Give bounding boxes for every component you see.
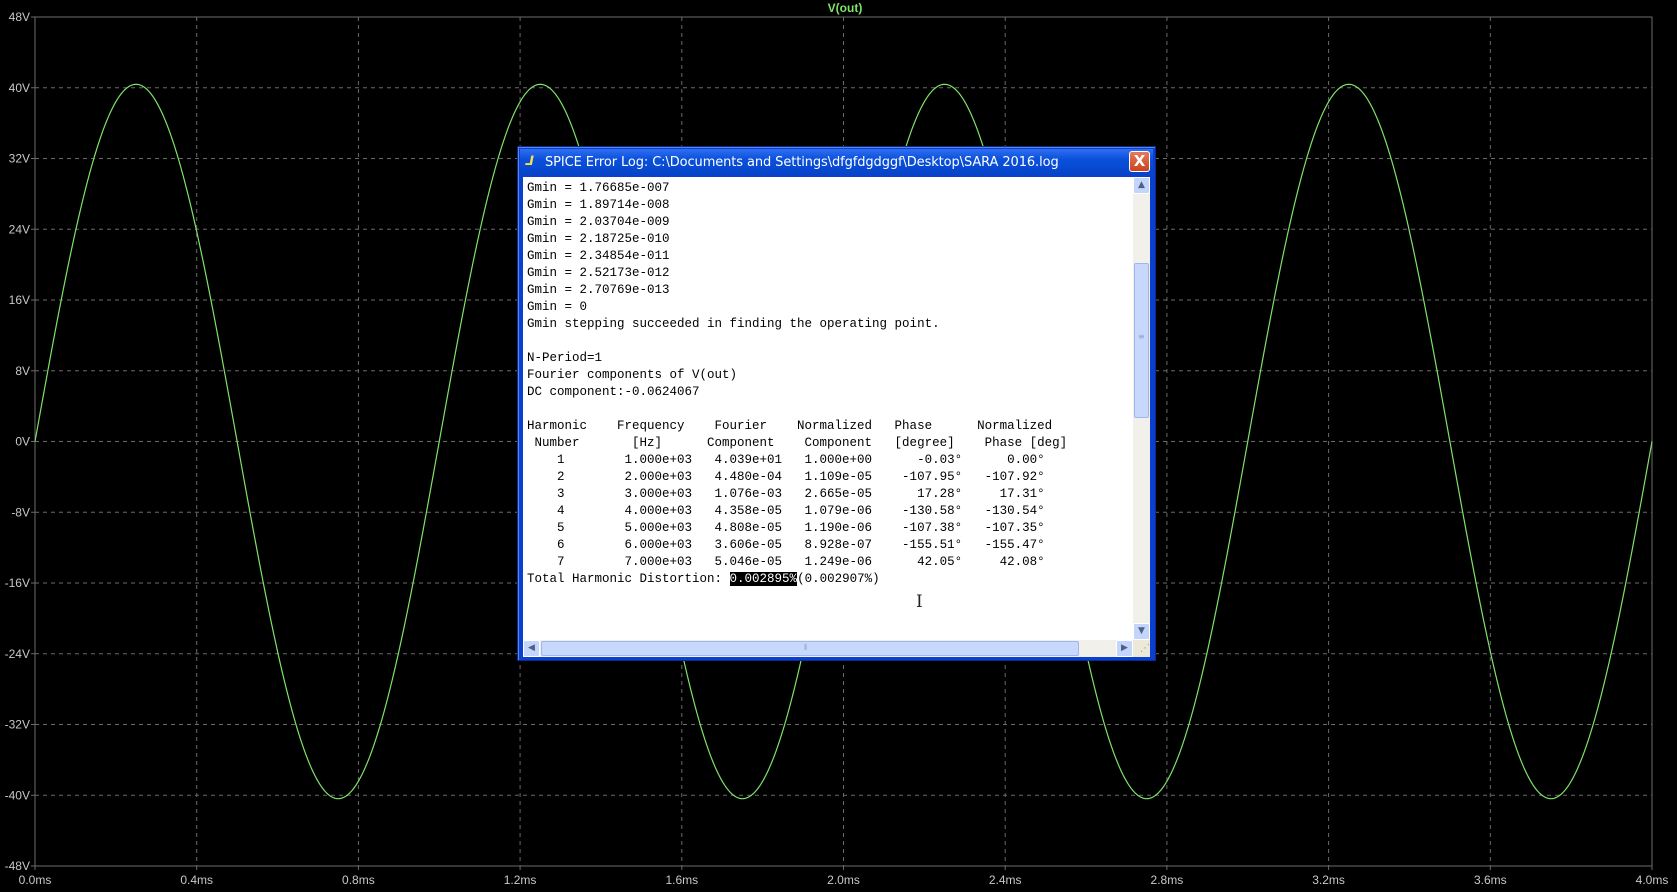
- y-tick-label: -24V: [5, 647, 30, 661]
- resize-grip-icon[interactable]: ⋰: [1133, 640, 1150, 657]
- y-tick-label: -16V: [5, 576, 30, 590]
- x-tick-label: 0.4ms: [180, 873, 213, 887]
- x-tick-label: 1.6ms: [665, 873, 698, 887]
- scroll-left-button[interactable]: ◀: [523, 640, 540, 657]
- log-content[interactable]: Gmin = 1.64553e-006Gmin = 1.76685e-007Gm…: [523, 177, 1133, 640]
- vertical-scroll-thumb[interactable]: ≡: [1134, 263, 1149, 418]
- thd-normalized-value: (0.002907%): [797, 572, 880, 586]
- y-tick-label: 24V: [9, 222, 30, 236]
- log-line: Number [Hz] Component Component [degree]…: [527, 436, 1068, 450]
- x-tick-label: 3.6ms: [1474, 873, 1507, 887]
- horizontal-scrollbar[interactable]: ◀ ⦀ ▶: [523, 640, 1133, 657]
- log-line: Gmin = 0: [527, 300, 588, 314]
- scroll-down-button[interactable]: ▼: [1133, 623, 1150, 640]
- log-line: Gmin = 2.34854e-011: [527, 249, 670, 263]
- ltspice-logo-icon: ⅃: [525, 154, 534, 169]
- window-title: SPICE Error Log: C:\Documents and Settin…: [545, 154, 1059, 170]
- log-text-area[interactable]: Gmin = 1.64553e-006Gmin = 1.76685e-007Gm…: [523, 177, 1150, 657]
- vertical-scrollbar[interactable]: ▲ ≡ ▼: [1133, 177, 1150, 640]
- horizontal-scroll-thumb[interactable]: ⦀: [541, 641, 1079, 656]
- thd-line: Total Harmonic Distortion: 0.002895%(0.0…: [527, 571, 1067, 588]
- log-line: 4 4.000e+03 4.358e-05 1.079e-06 -130.58°…: [527, 504, 1045, 518]
- log-line: Gmin = 2.18725e-010: [527, 232, 670, 246]
- y-tick-label: 48V: [9, 10, 30, 24]
- y-tick-label: -40V: [5, 788, 30, 802]
- log-lines: Gmin = 1.64553e-006Gmin = 1.76685e-007Gm…: [527, 177, 1067, 640]
- log-line: Gmin = 2.52173e-012: [527, 266, 670, 280]
- scroll-right-button[interactable]: ▶: [1116, 640, 1133, 657]
- grip-icon: ⦀: [804, 643, 808, 652]
- grip-icon: ≡: [1138, 332, 1145, 341]
- x-tick-label: 1.2ms: [504, 873, 537, 887]
- thd-selected-value[interactable]: 0.002895%: [729, 572, 798, 586]
- log-line: DC component:-0.0624067: [527, 385, 700, 399]
- y-tick-label: 40V: [9, 81, 30, 95]
- log-line: Gmin = 1.76685e-007: [527, 181, 670, 195]
- log-line: Fourier components of V(out): [527, 368, 738, 382]
- scroll-up-button[interactable]: ▲: [1133, 177, 1150, 194]
- y-tick-label: 16V: [9, 293, 30, 307]
- x-tick-label: 0.8ms: [342, 873, 375, 887]
- x-tick-label: 2.4ms: [989, 873, 1022, 887]
- log-line: Gmin = 2.03704e-009: [527, 215, 670, 229]
- x-tick-label: 4.0ms: [1636, 873, 1669, 887]
- log-line: 1 1.000e+03 4.039e+01 1.000e+00 -0.03° 0…: [527, 453, 1045, 467]
- log-line: 2 2.000e+03 4.480e-04 1.109e-05 -107.95°…: [527, 470, 1045, 484]
- y-tick-label: 8V: [15, 364, 30, 378]
- window-titlebar[interactable]: ⅃ SPICE Error Log: C:\Documents and Sett…: [520, 149, 1153, 175]
- y-tick-label: -32V: [5, 718, 30, 732]
- log-line: 6 6.000e+03 3.606e-05 8.928e-07 -155.51°…: [527, 538, 1045, 552]
- y-tick-label: -8V: [11, 505, 30, 519]
- log-line: N-Period=1: [527, 351, 603, 365]
- log-line: Gmin stepping succeeded in finding the o…: [527, 317, 940, 331]
- log-line: 5 5.000e+03 4.808e-05 1.190e-06 -107.38°…: [527, 521, 1045, 535]
- log-line: Gmin = 2.70769e-013: [527, 283, 670, 297]
- x-tick-label: 0.0ms: [19, 873, 52, 887]
- text-cursor-icon: I: [916, 592, 923, 612]
- close-button[interactable]: X: [1129, 151, 1150, 172]
- log-line: Harmonic Frequency Fourier Normalized Ph…: [527, 419, 1053, 433]
- log-line: Gmin = 1.89714e-008: [527, 198, 670, 212]
- spice-error-log-window[interactable]: ⅃ SPICE Error Log: C:\Documents and Sett…: [517, 146, 1156, 661]
- x-tick-label: 2.8ms: [1151, 873, 1184, 887]
- log-line: 7 7.000e+03 5.046e-05 1.249e-06 42.05° 4…: [527, 555, 1045, 569]
- y-tick-label: 32V: [9, 152, 30, 166]
- log-line: 3 3.000e+03 1.076e-03 2.665e-05 17.28° 1…: [527, 487, 1045, 501]
- trace-label-vout[interactable]: V(out): [828, 1, 863, 15]
- y-tick-label: 0V: [15, 435, 30, 449]
- y-tick-label: -48V: [5, 859, 30, 873]
- thd-label: Total Harmonic Distortion:: [527, 572, 730, 586]
- x-tick-label: 3.2ms: [1312, 873, 1345, 887]
- x-tick-label: 2.0ms: [827, 873, 860, 887]
